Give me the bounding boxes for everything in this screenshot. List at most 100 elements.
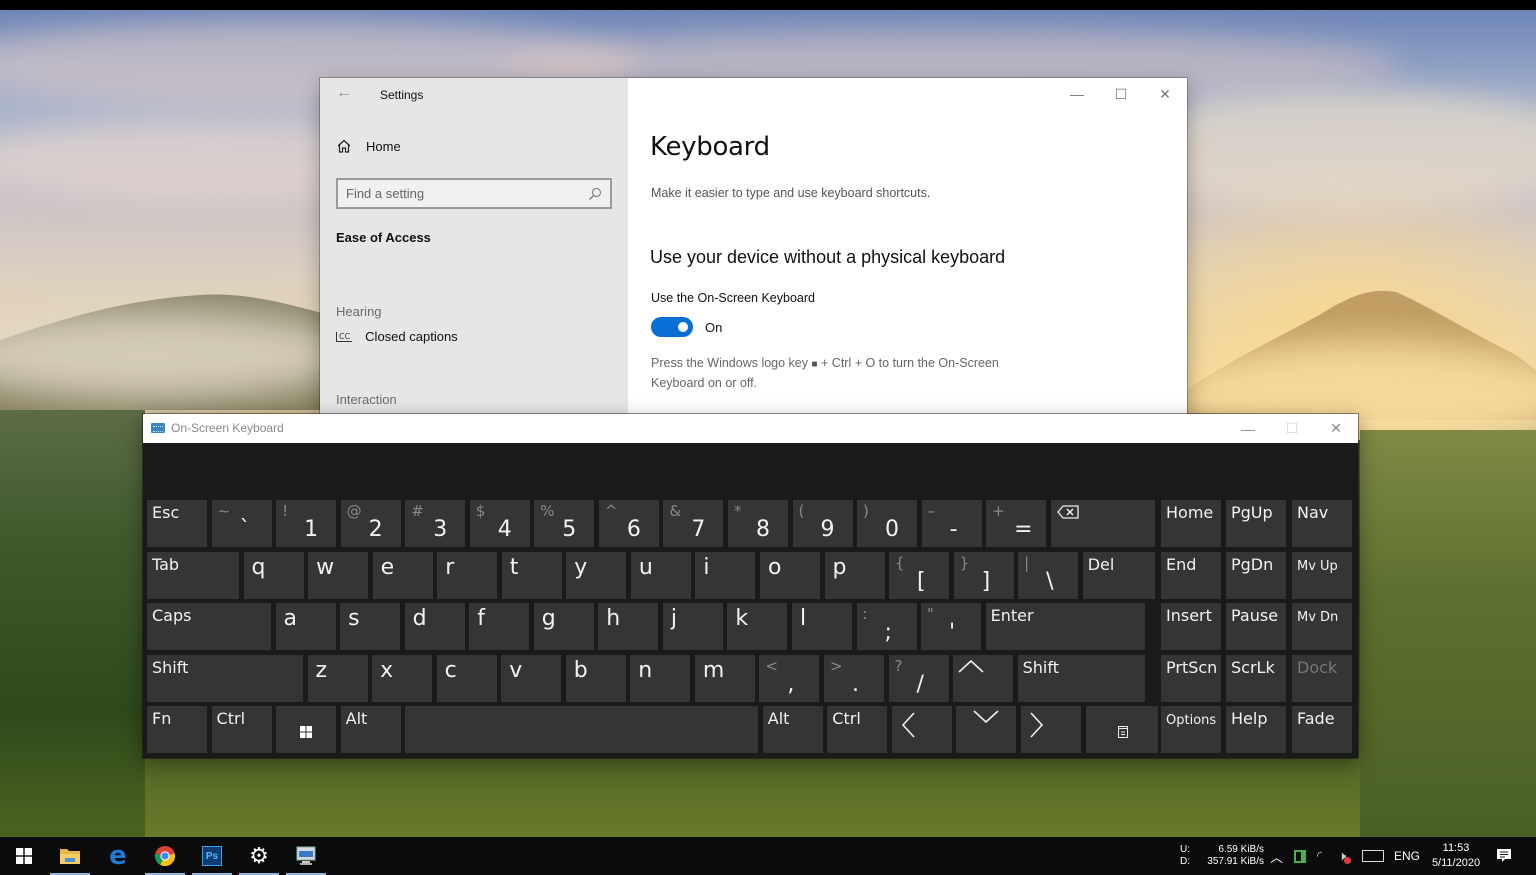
volume-button[interactable]: 🕨 — [1338, 837, 1352, 875]
key-m[interactable]: m — [694, 655, 755, 702]
key-e[interactable]: e — [372, 552, 433, 599]
key-g[interactable]: g — [533, 603, 594, 650]
taskbar-settings[interactable]: ⚙ — [235, 837, 283, 875]
sidebar-item-home[interactable]: Home — [336, 138, 401, 154]
key-j[interactable]: j — [662, 603, 723, 650]
close-button[interactable]: ✕ — [1314, 414, 1358, 443]
key-del[interactable]: Del — [1082, 552, 1155, 599]
key-z[interactable]: z — [307, 655, 368, 702]
key-7[interactable]: & 7 — [663, 500, 724, 547]
key-esc[interactable]: Esc — [147, 500, 207, 547]
key-enter[interactable]: Enter — [985, 603, 1145, 650]
key-rctrl[interactable]: Ctrl — [827, 706, 888, 753]
show-hidden-icons-button[interactable]: ︿ — [1270, 837, 1283, 875]
key-n[interactable]: n — [630, 655, 691, 702]
search-icon[interactable] — [588, 187, 602, 201]
key-options[interactable]: Options — [1161, 706, 1221, 753]
key-o[interactable]: o — [759, 552, 820, 599]
key-backtick[interactable]: ~ ` — [211, 500, 272, 547]
key-ralt[interactable]: Alt — [762, 706, 823, 753]
key-rshift[interactable]: Shift — [1017, 655, 1145, 702]
key-s[interactable]: s — [340, 603, 401, 650]
key-w[interactable]: w — [308, 552, 369, 599]
key-lctrl[interactable]: Ctrl — [211, 706, 272, 753]
key-pgdn[interactable]: PgDn — [1226, 552, 1286, 599]
key-r[interactable]: r — [437, 552, 498, 599]
minimize-button[interactable]: — — [1055, 78, 1099, 110]
key-5[interactable]: % 5 — [534, 500, 595, 547]
close-button[interactable]: ✕ — [1143, 78, 1187, 110]
key-mv-dn[interactable]: Mv Dn — [1292, 603, 1352, 650]
key-fn[interactable]: Fn — [147, 706, 207, 753]
key-scrlk[interactable]: ScrLk — [1226, 655, 1286, 702]
osk-toggle-switch[interactable] — [651, 317, 693, 337]
key-8[interactable]: * 8 — [727, 500, 788, 547]
language-indicator[interactable]: ENG — [1394, 837, 1420, 875]
key-space[interactable] — [405, 706, 759, 753]
key-6[interactable]: ^ 6 — [598, 500, 659, 547]
key-i[interactable]: i — [695, 552, 756, 599]
action-center-button[interactable] — [1496, 837, 1512, 875]
key-slash[interactable]: ? / — [888, 655, 949, 702]
key-caps[interactable]: Caps — [147, 603, 271, 650]
key-equals[interactable]: + = — [986, 500, 1047, 547]
key-right[interactable] — [1020, 706, 1081, 753]
taskbar-chrome[interactable] — [141, 837, 189, 875]
key-3[interactable]: #3 — [405, 500, 466, 547]
back-arrow-icon[interactable]: ← — [336, 84, 352, 102]
key-q[interactable]: q — [243, 552, 304, 599]
key-h[interactable]: h — [598, 603, 659, 650]
key-menu[interactable] — [1085, 706, 1158, 753]
taskbar-on-screen-keyboard[interactable] — [282, 837, 330, 875]
net-meter-values[interactable]: 6.59 KiB/s 357.91 KiB/s — [1198, 837, 1264, 875]
key-mv-up[interactable]: Mv Up — [1292, 552, 1352, 599]
key-f[interactable]: f — [469, 603, 530, 650]
taskbar-photoshop[interactable]: Ps — [188, 837, 236, 875]
maximize-button[interactable]: ☐ — [1099, 78, 1143, 110]
key-v[interactable]: v — [501, 655, 562, 702]
key-win[interactable] — [276, 706, 337, 753]
key-u[interactable]: u — [630, 552, 691, 599]
key-lbracket[interactable]: {[ — [889, 552, 950, 599]
key-b[interactable]: b — [565, 655, 626, 702]
key-pause[interactable]: Pause — [1226, 603, 1286, 650]
clock[interactable]: 11:53 5/11/2020 — [1428, 837, 1484, 875]
key-d[interactable]: d — [404, 603, 465, 650]
key-9[interactable]: (9 — [792, 500, 853, 547]
key-x[interactable]: x — [372, 655, 433, 702]
key-lalt[interactable]: Alt — [340, 706, 401, 753]
key-home[interactable]: Home — [1161, 500, 1221, 547]
key-help[interactable]: Help — [1226, 706, 1286, 753]
key-l[interactable]: l — [791, 603, 852, 650]
taskbar-file-explorer[interactable] — [46, 837, 94, 875]
wifi-button[interactable]: ◜ — [1317, 837, 1322, 875]
sidebar-item-closed-captions[interactable]: CC Closed captions — [336, 329, 458, 344]
key-backspace[interactable] — [1050, 500, 1155, 547]
start-button[interactable] — [0, 837, 48, 875]
key-p[interactable]: p — [824, 552, 885, 599]
key-k[interactable]: k — [727, 603, 788, 650]
key-1[interactable]: ! 1 — [276, 500, 337, 547]
minimize-button[interactable]: — — [1226, 414, 1270, 443]
key-0[interactable]: ) 0 — [857, 500, 918, 547]
key-a[interactable]: a — [275, 603, 336, 650]
key-comma[interactable]: <, — [759, 655, 820, 702]
key-insert[interactable]: Insert — [1161, 603, 1221, 650]
key-end[interactable]: End — [1161, 552, 1221, 599]
key-left[interactable] — [891, 706, 952, 753]
key-semicolon[interactable]: :; — [856, 603, 917, 650]
key-prtscn[interactable]: PrtScn — [1161, 655, 1221, 702]
key-rbracket[interactable]: }] — [953, 552, 1014, 599]
key-c[interactable]: c — [436, 655, 497, 702]
key-fade[interactable]: Fade — [1292, 706, 1352, 753]
key-minus[interactable]: – - — [921, 500, 982, 547]
key-quote[interactable]: " ' — [921, 603, 982, 650]
key-lshift[interactable]: Shift — [147, 655, 303, 702]
key-backslash[interactable]: | \ — [1018, 552, 1079, 599]
key-tab[interactable]: Tab — [147, 552, 239, 599]
key-2[interactable]: @2 — [340, 500, 401, 547]
key-period[interactable]: >. — [823, 655, 884, 702]
key-t[interactable]: t — [501, 552, 562, 599]
key-y[interactable]: y — [566, 552, 627, 599]
key-4[interactable]: $4 — [469, 500, 530, 547]
